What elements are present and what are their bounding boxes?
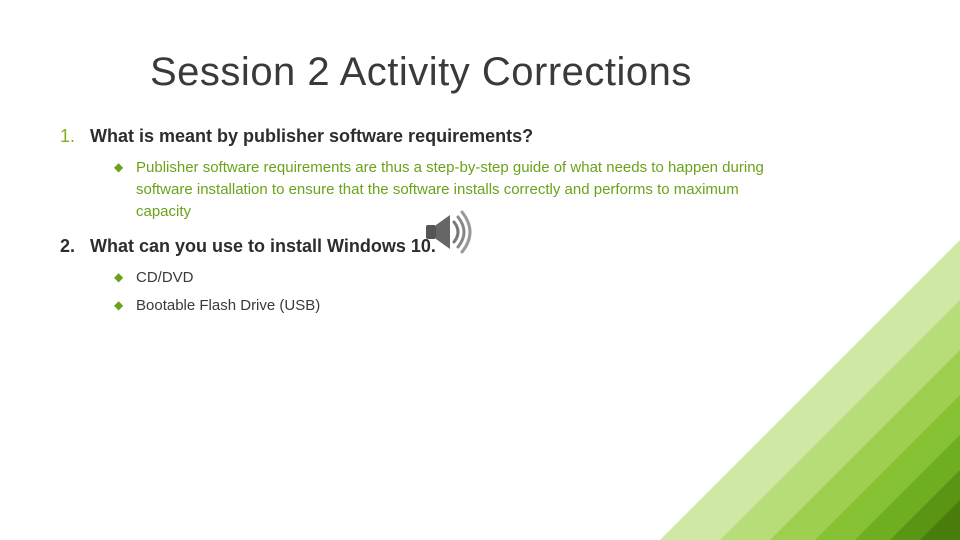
speaker-icon[interactable] <box>420 207 480 257</box>
bullet-icon: ◆ <box>114 269 123 286</box>
bullet-icon: ◆ <box>114 297 123 314</box>
q2-text: What can you use to install Windows 10. <box>90 236 436 256</box>
slide: Session 2 Activity Corrections 1. What is… <box>0 0 960 540</box>
q2-number: 2. <box>60 236 84 257</box>
q1-number: 1. <box>60 126 84 147</box>
slide-title: Session 2 Activity Corrections <box>150 50 692 95</box>
q1-text: What is meant by publisher software requ… <box>90 126 533 146</box>
q2-answer-1-text: CD/DVD <box>136 269 194 286</box>
decor-triangles <box>660 240 960 540</box>
question-1: 1. What is meant by publisher software re… <box>60 126 780 147</box>
q2-answer-2-text: Bootable Flash Drive (USB) <box>136 297 320 314</box>
bullet-icon: ◆ <box>114 159 123 176</box>
